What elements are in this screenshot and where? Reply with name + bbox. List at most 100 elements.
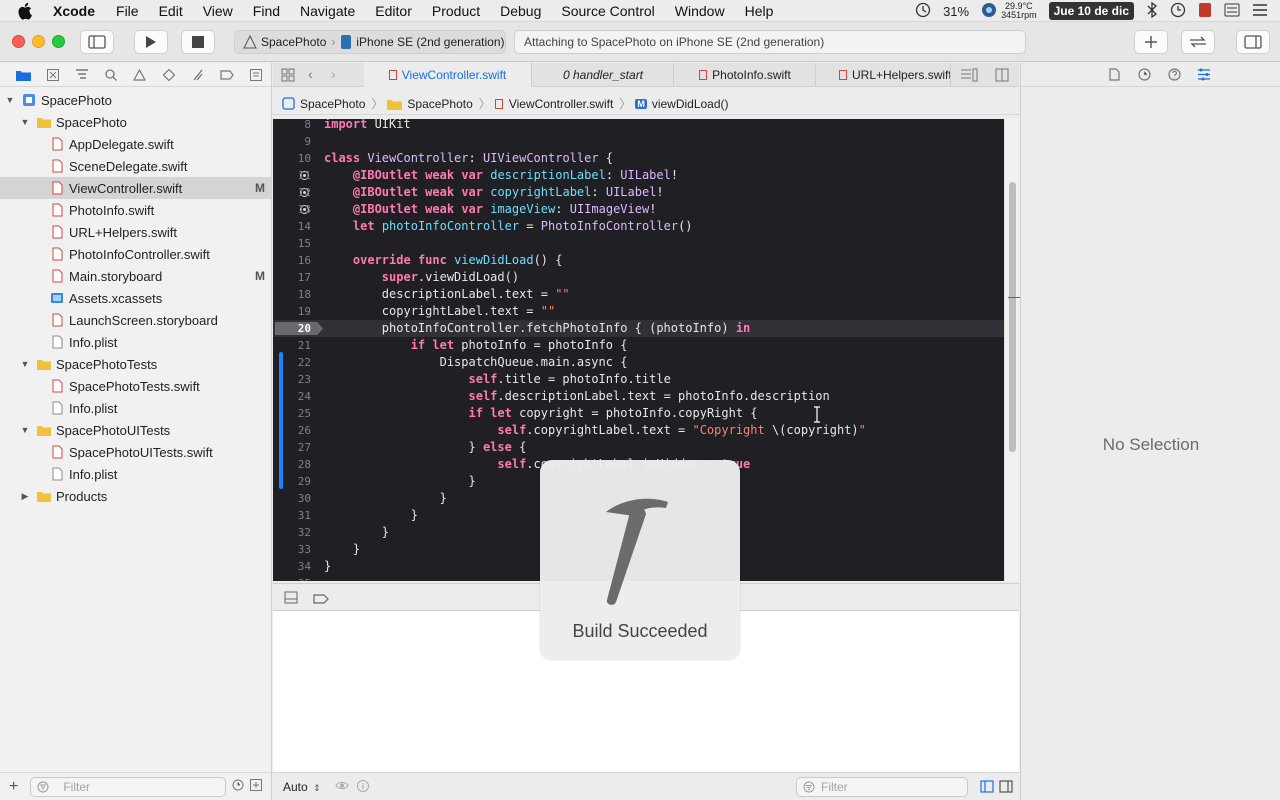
find-icon[interactable]	[96, 68, 125, 81]
date-badge[interactable]: Jue 10 de dic	[1048, 2, 1134, 20]
issue-warning-icon[interactable]	[125, 68, 154, 81]
library-button[interactable]	[1134, 30, 1168, 54]
folder-icon[interactable]	[9, 69, 38, 81]
notification-center-icon[interactable]	[1252, 3, 1268, 20]
scm-filter-icon[interactable]	[250, 779, 263, 794]
console-filter-field[interactable]: Filter	[796, 777, 968, 797]
apple-icon[interactable]	[17, 2, 35, 20]
report-icon[interactable]	[242, 68, 271, 81]
file-tree-row[interactable]: PhotoInfo.swift	[0, 199, 271, 221]
file-tree-row[interactable]: ▶ Products	[0, 485, 271, 507]
editor-options-icon[interactable]	[960, 68, 978, 85]
disclosure-expanded-icon[interactable]: ▼	[5, 95, 15, 105]
file-tree-row[interactable]: PhotoInfoController.swift	[0, 243, 271, 265]
file-tree-row[interactable]: ViewController.swift M	[0, 177, 271, 199]
menu-help[interactable]: Help	[745, 3, 774, 19]
code-line[interactable]: 13 @IBOutlet weak var imageView: UIImage…	[273, 201, 1004, 218]
file-tree-row[interactable]: ▼ SpacePhoto	[0, 89, 271, 111]
breadcrumb-file[interactable]: ViewController.swift	[494, 97, 613, 111]
code-line-current[interactable]: 20 photoInfoController.fetchPhotoInfo { …	[273, 320, 1004, 337]
stop-button[interactable]	[181, 30, 215, 54]
file-tree-row[interactable]: SpacePhotoUITests.swift	[0, 441, 271, 463]
code-line[interactable]: 14 let photoInfoController = PhotoInfoCo…	[273, 218, 1004, 235]
add-file-icon[interactable]: +	[9, 778, 18, 796]
add-editor-icon[interactable]	[995, 68, 1009, 85]
file-tree-row[interactable]: Info.plist	[0, 397, 271, 419]
minimize-window-button[interactable]	[32, 35, 45, 48]
file-tree-row[interactable]: SceneDelegate.swift	[0, 155, 271, 177]
debug-spray-icon[interactable]	[184, 69, 213, 81]
weather-icon[interactable]	[981, 2, 997, 21]
battery-percent[interactable]: 31%	[943, 4, 969, 19]
temperature-readout[interactable]: 29.9°C 3451rpm	[1001, 2, 1037, 20]
menu-app-name[interactable]: Xcode	[53, 3, 95, 19]
source-change-bar[interactable]	[279, 352, 283, 489]
history-inspector-icon[interactable]	[1129, 68, 1159, 81]
file-inspector-icon[interactable]	[1099, 68, 1129, 81]
zoom-window-button[interactable]	[52, 35, 65, 48]
forward-arrow-icon[interactable]: ›	[331, 66, 336, 82]
menu-editor[interactable]: Editor	[375, 3, 412, 19]
input-source-icon[interactable]	[1224, 3, 1240, 20]
navigator-filter-field[interactable]: Filter	[30, 776, 227, 797]
code-line[interactable]: 8 import UIKit	[273, 119, 1004, 133]
tab-photoinfo[interactable]: PhotoInfo.swift	[675, 63, 816, 87]
time-machine-icon[interactable]	[915, 2, 931, 21]
file-tree-row[interactable]: ▼ SpacePhotoUITests	[0, 419, 271, 441]
scheme-selector[interactable]: SpacePhoto › iPhone SE (2nd generation)	[234, 30, 506, 54]
tab-handler-start[interactable]: 0 handler_start	[533, 63, 674, 87]
help-inspector-icon[interactable]	[1159, 68, 1189, 81]
breakpoint-tag-icon[interactable]	[213, 69, 242, 80]
menu-product[interactable]: Product	[432, 3, 480, 19]
editor-grid-icon[interactable]	[281, 68, 295, 85]
code-line[interactable]: 17 super.viewDidLoad()	[273, 269, 1004, 286]
menu-view[interactable]: View	[203, 3, 233, 19]
disclosure-expanded-icon[interactable]: ▼	[20, 359, 30, 369]
code-line[interactable]: 22 DispatchQueue.main.async {	[273, 354, 1004, 371]
file-tree-row[interactable]: ▼ SpacePhoto	[0, 111, 271, 133]
code-line[interactable]: 19 copyrightLabel.text = ""	[273, 303, 1004, 320]
test-diamond-icon[interactable]	[155, 68, 184, 81]
source-control-icon[interactable]	[38, 68, 67, 81]
breadcrumb-project[interactable]: SpacePhoto	[282, 97, 365, 111]
breakpoints-toggle-icon[interactable]	[313, 592, 329, 607]
code-line[interactable]: 18 descriptionLabel.text = ""	[273, 286, 1004, 303]
file-tree-row[interactable]: LaunchScreen.storyboard	[0, 309, 271, 331]
toggle-navigator-button[interactable]	[80, 30, 114, 54]
disclosure-expanded-icon[interactable]: ▼	[20, 117, 30, 127]
menu-debug[interactable]: Debug	[500, 3, 541, 19]
code-line[interactable]: 21 if let photoInfo = photoInfo {	[273, 337, 1004, 354]
file-tree-row[interactable]: ▼ SpacePhotoTests	[0, 353, 271, 375]
split-right-icon[interactable]	[999, 780, 1013, 796]
menu-navigate[interactable]: Navigate	[300, 3, 355, 19]
file-tree-row[interactable]: AppDelegate.swift	[0, 133, 271, 155]
tab-url-helpers[interactable]: URL+Helpers.swift	[817, 63, 951, 87]
file-tree-row[interactable]: Assets.xcassets	[0, 287, 271, 309]
disclosure-expanded-icon[interactable]: ▼	[20, 425, 30, 435]
breadcrumb-group[interactable]: SpacePhoto	[387, 97, 473, 111]
file-tree-row[interactable]: URL+Helpers.swift	[0, 221, 271, 243]
file-tree-row[interactable]: Main.storyboard M	[0, 265, 271, 287]
code-line[interactable]: 26 self.copyrightLabel.text = "Copyright…	[273, 422, 1004, 439]
code-line[interactable]: 23 self.title = photoInfo.title	[273, 371, 1004, 388]
scrollbar-thumb[interactable]	[1009, 182, 1016, 452]
code-line[interactable]: 27 } else {	[273, 439, 1004, 456]
menu-source-control[interactable]: Source Control	[561, 3, 654, 19]
menu-edit[interactable]: Edit	[159, 3, 183, 19]
bluetooth-icon[interactable]	[1146, 1, 1158, 21]
code-line[interactable]: 15	[273, 235, 1004, 252]
file-tree-row[interactable]: Info.plist	[0, 331, 271, 353]
breadcrumb-method[interactable]: M viewDidLoad()	[635, 97, 729, 111]
tab-viewcontroller[interactable]: ViewController.swift	[364, 63, 532, 87]
file-tree-row[interactable]: SpacePhotoTests.swift	[0, 375, 271, 397]
close-window-button[interactable]	[12, 35, 25, 48]
code-review-button[interactable]	[1181, 30, 1215, 54]
editor-scrollbar[interactable]	[1004, 119, 1020, 581]
code-line[interactable]: 9	[273, 133, 1004, 150]
file-tree-row[interactable]: Info.plist	[0, 463, 271, 485]
history-icon[interactable]	[1170, 2, 1186, 21]
hide-debug-area-icon[interactable]	[284, 591, 298, 607]
info-icon[interactable]	[357, 780, 369, 795]
menu-find[interactable]: Find	[253, 3, 280, 19]
code-line[interactable]: 16 override func viewDidLoad() {	[273, 252, 1004, 269]
